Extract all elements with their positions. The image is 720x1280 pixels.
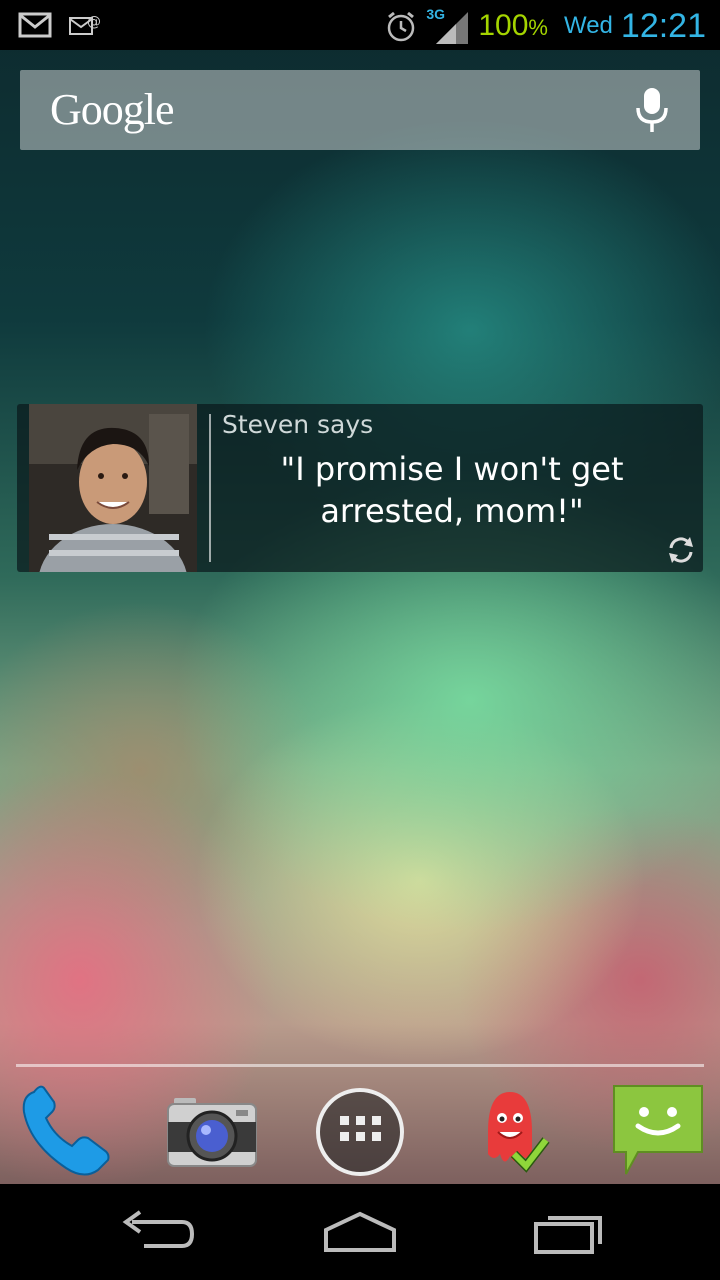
signal-icon: 3G — [426, 6, 470, 46]
mic-icon[interactable] — [634, 86, 670, 134]
recents-icon[interactable] — [520, 1204, 620, 1260]
quote-widget[interactable]: Steven says "I promise I won't get arres… — [17, 404, 703, 572]
svg-text:@: @ — [87, 14, 101, 30]
messaging-icon[interactable] — [608, 1082, 708, 1182]
refresh-icon[interactable] — [665, 534, 697, 566]
back-icon[interactable] — [104, 1204, 204, 1260]
home-icon[interactable] — [310, 1204, 410, 1260]
widget-divider — [209, 414, 211, 562]
google-logo[interactable]: Google — [50, 84, 175, 135]
camera-icon[interactable] — [162, 1082, 262, 1182]
dock-divider — [16, 1064, 704, 1067]
battery-level: 100% — [478, 9, 548, 42]
google-search-bar[interactable]: Google — [20, 70, 700, 150]
status-bar: @ 3G 100% Wed 12:21 — [0, 0, 720, 50]
widget-quote: "I promise I won't get arrested, mom!" — [280, 450, 624, 530]
email-icon: @ — [68, 10, 102, 40]
network-type: 3G — [426, 6, 446, 22]
status-clock: 12:21 — [620, 6, 706, 45]
gmail-icon — [18, 10, 52, 40]
status-day: Wed — [563, 12, 613, 39]
octopus-app-icon[interactable] — [460, 1082, 560, 1182]
app-drawer-icon[interactable] — [310, 1082, 410, 1182]
navigation-bar — [0, 1184, 720, 1280]
contact-photo[interactable] — [29, 404, 197, 572]
phone-icon[interactable] — [14, 1082, 114, 1182]
widget-author: Steven says — [222, 410, 374, 439]
alarm-icon — [384, 9, 418, 43]
